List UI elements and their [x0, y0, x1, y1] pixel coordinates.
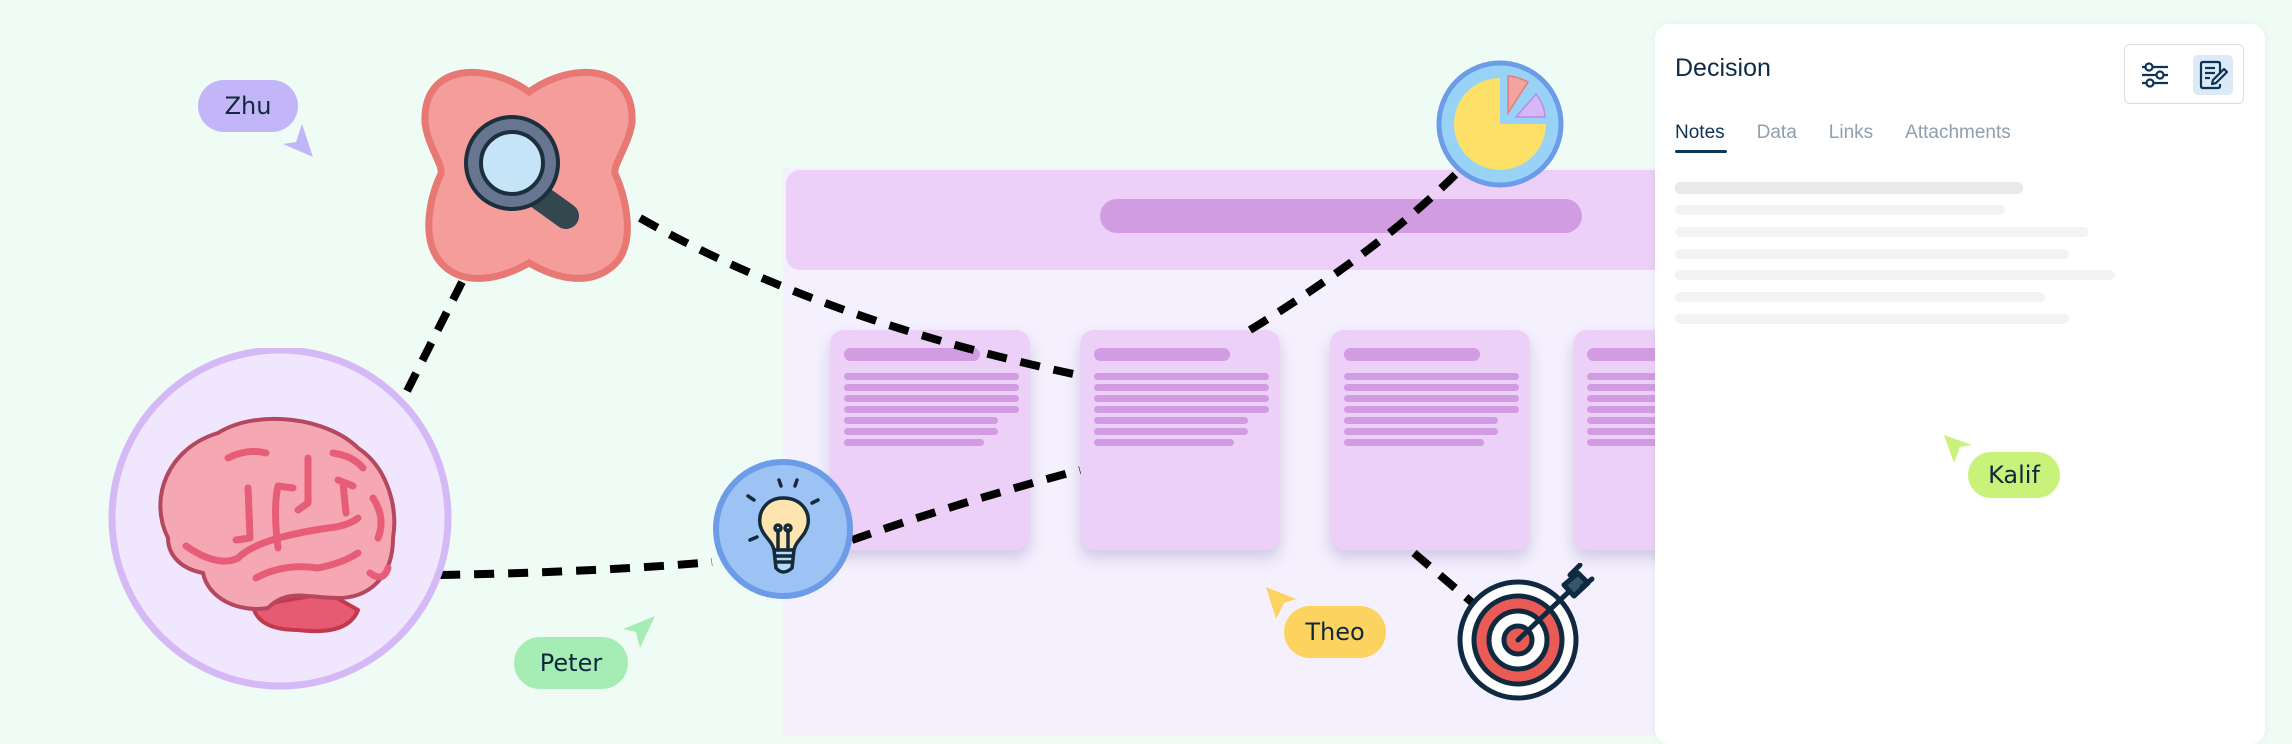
tab-attachments[interactable]: Attachments: [1905, 122, 2011, 152]
idea-node[interactable]: [712, 458, 854, 605]
skeleton-line: [1675, 227, 2089, 237]
edit-notes-button[interactable]: [2193, 55, 2233, 95]
skeleton-line: [1675, 205, 2005, 215]
data-node[interactable]: [1436, 60, 1564, 193]
tab-data[interactable]: Data: [1757, 122, 1797, 152]
skeleton-line: [1675, 292, 2045, 302]
edit-notes-icon: [2199, 60, 2228, 90]
connector-brain-bulb: [439, 558, 713, 579]
panel-tabs: Notes Data Links Attachments: [1675, 122, 2011, 153]
skeleton-line: [1675, 182, 2023, 194]
target-icon: [1457, 562, 1595, 701]
research-node[interactable]: [420, 68, 638, 289]
tab-notes[interactable]: Notes: [1675, 122, 1727, 153]
filters-button[interactable]: [2135, 55, 2175, 95]
skeleton-line: [1675, 314, 2069, 324]
pointer-arrow-icon: [1266, 587, 1296, 619]
collaborator-name: Peter: [514, 637, 628, 689]
pointer-arrow-icon: [623, 616, 655, 648]
panel-title: Decision: [1675, 54, 1771, 82]
connector-card-pie: [1247, 169, 1461, 334]
panel-toolbar: [2124, 44, 2244, 104]
tab-links[interactable]: Links: [1829, 122, 1873, 152]
brain-node[interactable]: [108, 346, 452, 697]
skeleton-line: [1675, 249, 2069, 259]
collaborator-name: Kalif: [1968, 452, 2060, 498]
pointer-arrow-icon: [283, 124, 313, 157]
skeleton-line: [1675, 270, 2115, 280]
connector-bulb-card: [850, 466, 1082, 544]
connector-magnifier-card: [638, 214, 1079, 379]
sliders-icon: [2142, 62, 2168, 88]
goal-node[interactable]: [1452, 562, 1600, 716]
cursor-peter: Peter: [514, 637, 628, 689]
cursor-kalif: Kalif: [1968, 452, 2060, 498]
